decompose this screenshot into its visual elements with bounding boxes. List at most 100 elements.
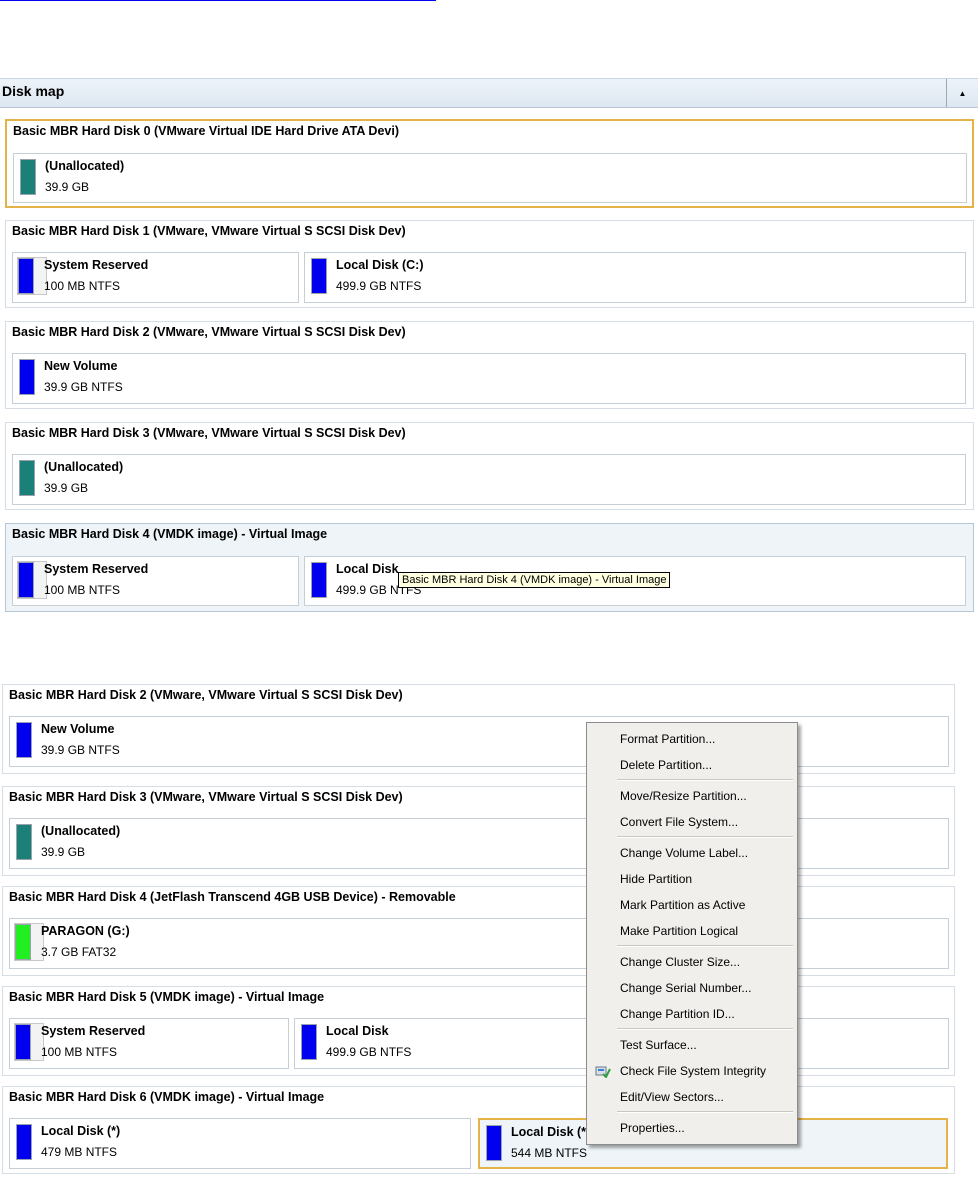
partition-block[interactable]: New Volume 39.9 GB NTFS xyxy=(9,716,949,767)
menu-item-move-resize-partition[interactable]: Move/Resize Partition... xyxy=(589,783,795,809)
disk-map-title: Disk map xyxy=(2,83,65,99)
partition-name: (Unallocated) xyxy=(41,824,121,838)
partition-name: Local Disk xyxy=(326,1024,389,1038)
partition-size: 39.9 GB xyxy=(44,481,89,495)
disk-title: Basic MBR Hard Disk 1 (VMware, VMware Vi… xyxy=(12,224,406,238)
disk-row[interactable]: Basic MBR Hard Disk 3 (VMware, VMware Vi… xyxy=(5,422,974,510)
menu-item-change-cluster-size[interactable]: Change Cluster Size... xyxy=(589,949,795,975)
partition-block[interactable]: (Unallocated) 39.9 GB xyxy=(13,153,967,203)
menu-item-convert-file-system[interactable]: Convert File System... xyxy=(589,809,795,835)
disk-row[interactable]: Basic MBR Hard Disk 2 (VMware, VMware Vi… xyxy=(2,684,955,774)
partition-block[interactable]: (Unallocated) 39.9 GB xyxy=(12,454,966,505)
partition-block[interactable]: New Volume 39.9 GB NTFS xyxy=(12,353,966,404)
partition-block[interactable]: Local Disk (C:) 499.9 GB NTFS xyxy=(304,252,966,303)
menu-separator xyxy=(617,1028,793,1030)
partition-color-swatch xyxy=(16,1124,32,1160)
disk-title: Basic MBR Hard Disk 6 (VMDK image) - Vir… xyxy=(9,1090,325,1104)
partition-block[interactable]: System Reserved 100 MB NTFS xyxy=(9,1018,289,1069)
menu-item-hide-partition[interactable]: Hide Partition xyxy=(589,866,795,892)
disk-title: Basic MBR Hard Disk 0 (VMware Virtual ID… xyxy=(13,124,399,138)
partition-color-swatch xyxy=(20,159,36,195)
partition-color-swatch xyxy=(18,562,34,598)
partition-name: System Reserved xyxy=(41,1024,146,1038)
partition-name: New Volume xyxy=(44,359,118,373)
partition-block[interactable]: Local Disk (*) 479 MB NTFS xyxy=(9,1118,471,1169)
partition-name: New Volume xyxy=(41,722,115,736)
partition-color-swatch xyxy=(16,824,32,860)
disk-title: Basic MBR Hard Disk 3 (VMware, VMware Vi… xyxy=(9,790,403,804)
menu-item-change-volume-label[interactable]: Change Volume Label... xyxy=(589,840,795,866)
partition-name: Local Disk (C:) xyxy=(336,258,424,272)
partition-color-swatch xyxy=(15,1024,31,1060)
menu-item-test-surface[interactable]: Test Surface... xyxy=(589,1032,795,1058)
disk-row[interactable]: Basic MBR Hard Disk 0 (VMware Virtual ID… xyxy=(5,119,974,208)
triangle-up-icon: ▲ xyxy=(958,88,967,98)
partition-size: 39.9 GB xyxy=(41,845,86,859)
check-disk-icon xyxy=(595,1066,611,1078)
partition-block[interactable]: System Reserved 100 MB NTFS xyxy=(12,252,299,303)
menu-item-delete-partition[interactable]: Delete Partition... xyxy=(589,752,795,778)
disk-title: Basic MBR Hard Disk 4 (VMDK image) - Vir… xyxy=(12,527,328,541)
disk-title: Basic MBR Hard Disk 3 (VMware, VMware Vi… xyxy=(12,426,406,440)
partition-color-swatch xyxy=(16,722,32,758)
disk-row[interactable]: Basic MBR Hard Disk 6 (VMDK image) - Vir… xyxy=(2,1086,955,1174)
menu-item-mark-partition-active[interactable]: Mark Partition as Active xyxy=(589,892,795,918)
partition-size: 479 MB NTFS xyxy=(41,1145,118,1159)
menu-item-label: Check File System Integrity xyxy=(620,1064,767,1078)
menu-separator xyxy=(617,945,793,947)
disk-row[interactable]: Basic MBR Hard Disk 1 (VMware, VMware Vi… xyxy=(5,220,974,308)
partition-size: 100 MB NTFS xyxy=(44,279,121,293)
partition-block[interactable]: (Unallocated) 39.9 GB xyxy=(9,818,949,869)
disk-map-header: Disk map ▲ xyxy=(0,78,978,108)
partition-size: 499.9 GB NTFS xyxy=(336,279,422,293)
partition-size: 39.9 GB NTFS xyxy=(44,380,123,394)
menu-item-make-partition-logical[interactable]: Make Partition Logical xyxy=(589,918,795,944)
disk-row[interactable]: Basic MBR Hard Disk 5 (VMDK image) - Vir… xyxy=(2,986,955,1076)
menu-separator xyxy=(617,779,793,781)
partition-name: Local Disk (*) xyxy=(511,1125,591,1139)
partition-size: 100 MB NTFS xyxy=(44,583,121,597)
partition-name: System Reserved xyxy=(44,562,149,576)
menu-item-change-partition-id[interactable]: Change Partition ID... xyxy=(589,1001,795,1027)
menu-item-edit-view-sectors[interactable]: Edit/View Sectors... xyxy=(589,1084,795,1110)
disk-title: Basic MBR Hard Disk 5 (VMDK image) - Vir… xyxy=(9,990,325,1004)
partition-size: 3.7 GB FAT32 xyxy=(41,945,117,959)
partition-context-menu: Format Partition... Delete Partition... … xyxy=(586,722,798,1145)
partition-usage-frame xyxy=(14,1023,44,1061)
disk-title: Basic MBR Hard Disk 2 (VMware, VMware Vi… xyxy=(12,325,406,339)
partition-color-swatch xyxy=(301,1024,317,1060)
top-link-underline[interactable] xyxy=(0,0,436,3)
partition-size: 100 MB NTFS xyxy=(41,1045,118,1059)
disk-row[interactable]: Basic MBR Hard Disk 4 (VMDK image) - Vir… xyxy=(5,523,974,612)
partition-name: System Reserved xyxy=(44,258,149,272)
partition-color-swatch xyxy=(18,258,34,294)
partition-color-swatch xyxy=(15,924,31,960)
collapse-button[interactable]: ▲ xyxy=(946,79,978,107)
partition-color-swatch xyxy=(311,258,327,294)
disk-title: Basic MBR Hard Disk 2 (VMware, VMware Vi… xyxy=(9,688,403,702)
menu-separator xyxy=(617,836,793,838)
disk-tooltip: Basic MBR Hard Disk 4 (VMDK image) - Vir… xyxy=(398,572,671,588)
disk-row[interactable]: Basic MBR Hard Disk 3 (VMware, VMware Vi… xyxy=(2,786,955,876)
menu-item-properties[interactable]: Properties... xyxy=(589,1115,795,1141)
disk-row[interactable]: Basic MBR Hard Disk 4 (JetFlash Transcen… xyxy=(2,886,955,976)
partition-name: (Unallocated) xyxy=(44,460,124,474)
partition-block[interactable]: System Reserved 100 MB NTFS xyxy=(12,556,299,606)
partition-name: Local Disk xyxy=(336,562,399,576)
partition-name: PARAGON (G:) xyxy=(41,924,130,938)
menu-item-format-partition[interactable]: Format Partition... xyxy=(589,726,795,752)
partition-usage-frame xyxy=(17,257,47,295)
partition-size: 499.9 GB NTFS xyxy=(326,1045,412,1059)
menu-separator xyxy=(617,1111,793,1113)
menu-item-check-file-system-integrity[interactable]: Check File System Integrity xyxy=(589,1058,795,1084)
partition-size: 544 MB NTFS xyxy=(511,1146,588,1160)
menu-item-change-serial-number[interactable]: Change Serial Number... xyxy=(589,975,795,1001)
partition-block[interactable]: PARAGON (G:) 3.7 GB FAT32 xyxy=(9,918,949,969)
disk-title: Basic MBR Hard Disk 4 (JetFlash Transcen… xyxy=(9,890,456,904)
partition-color-swatch xyxy=(19,359,35,395)
partition-color-swatch xyxy=(19,460,35,496)
disk-row[interactable]: Basic MBR Hard Disk 2 (VMware, VMware Vi… xyxy=(5,321,974,409)
partition-usage-frame xyxy=(17,561,47,599)
partition-size: 39.9 GB NTFS xyxy=(41,743,120,757)
partition-color-swatch xyxy=(486,1125,502,1161)
